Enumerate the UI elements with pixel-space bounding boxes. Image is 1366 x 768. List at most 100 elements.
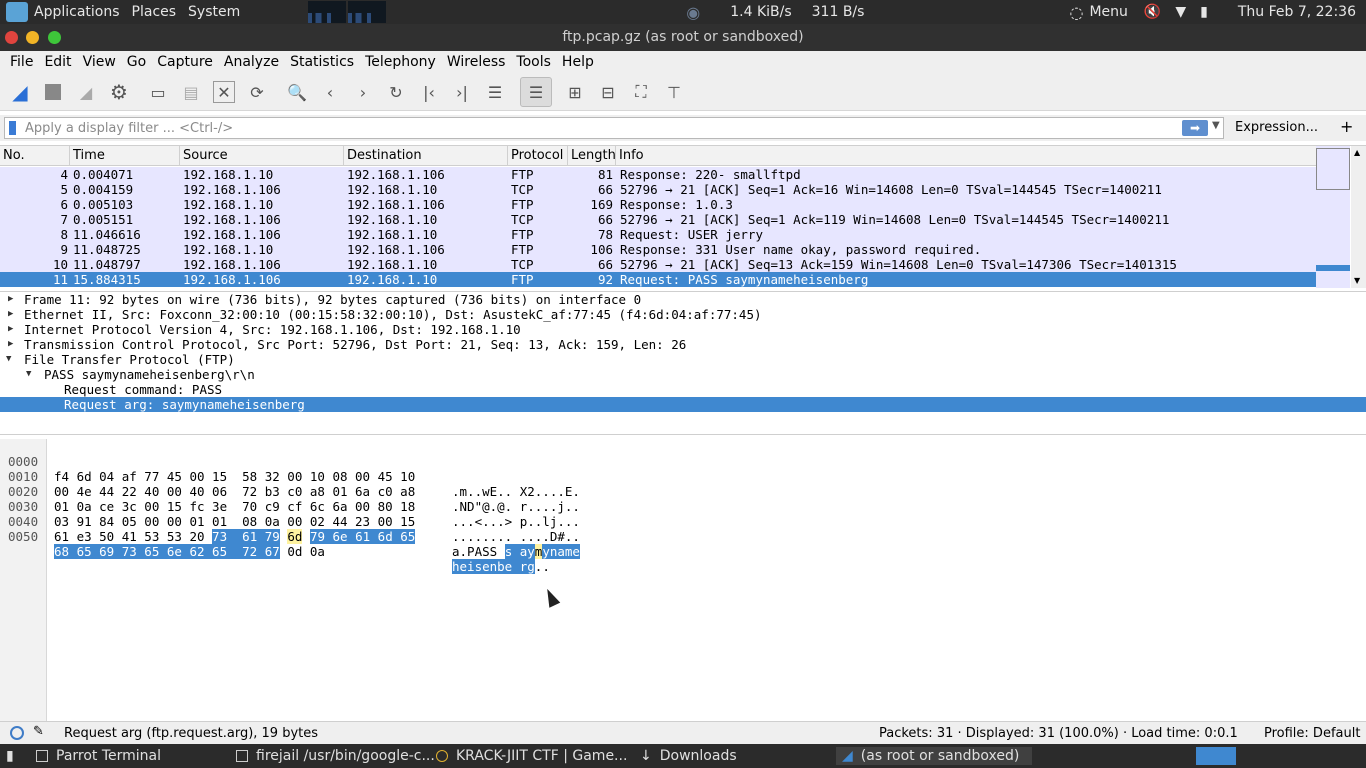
filter-history-chevron-down-icon[interactable]: ▼	[1212, 120, 1220, 131]
find-packet-search-icon[interactable]: 🔍	[286, 81, 308, 103]
menu-view[interactable]: View	[77, 54, 121, 70]
capture-options-gear-icon[interactable]: ⚙	[108, 80, 130, 104]
menu-tools[interactable]: Tools	[510, 54, 556, 70]
save-file-icon[interactable]: ▤	[180, 81, 202, 103]
packet-minimap[interactable]	[1316, 146, 1350, 288]
clock[interactable]: Thu Feb 7, 22:36	[1238, 4, 1356, 20]
places-menu[interactable]: Places	[126, 4, 183, 20]
last-packet-icon[interactable]: ›|	[451, 81, 473, 103]
menu-analyze[interactable]: Analyze	[218, 54, 284, 70]
detail-row-ip[interactable]: ▶ Internet Protocol Version 4, Src: 192.…	[0, 322, 1366, 337]
colorize-icon[interactable]: ☰	[520, 77, 552, 107]
menu-logo-icon[interactable]: ◌	[1070, 3, 1084, 22]
wifi-icon[interactable]: ▼	[1175, 4, 1186, 20]
detail-row-ethernet[interactable]: ▶ Ethernet II, Src: Foxconn_32:00:10 (00…	[0, 307, 1366, 322]
first-packet-icon[interactable]: |‹	[418, 81, 440, 103]
detail-row-request-command[interactable]: Request command: PASS	[0, 382, 1366, 397]
packet-row[interactable]: 10 11.048797 192.168.1.106 192.168.1.10 TCP 6…	[0, 257, 1316, 272]
expand-arrow-icon[interactable]: ▶	[8, 322, 18, 337]
packet-row[interactable]: 9 11.048725 192.168.1.10 192.168.1.106 FTP 10…	[0, 242, 1316, 257]
add-filter-button[interactable]: +	[1340, 117, 1353, 136]
menu-go[interactable]: Go	[121, 54, 151, 70]
expression-button[interactable]: Expression...	[1235, 120, 1318, 135]
minimize-window-button[interactable]	[26, 31, 39, 44]
column-header-time[interactable]: Time	[70, 146, 180, 166]
packet-row[interactable]: 11 15.884315 192.168.1.106 192.168.1.10 FTP 9…	[0, 272, 1316, 287]
packet-row[interactable]: 8 11.046616 192.168.1.106 192.168.1.10 FTP 78…	[0, 227, 1316, 242]
expand-arrow-icon[interactable]: ▶	[8, 292, 18, 307]
menu-file[interactable]: File	[4, 54, 38, 70]
apply-filter-arrow-icon[interactable]: ➡	[1182, 120, 1208, 136]
stop-capture-icon[interactable]	[42, 81, 64, 103]
applications-menu[interactable]: Applications	[28, 4, 126, 20]
task-downloads[interactable]: ↓ Downloads	[640, 747, 737, 765]
bytes-row[interactable]: 0010 00 4e 44 22 40 00 40 06 72 b3 c0 a8…	[0, 454, 580, 514]
bytes-row[interactable]: 0040 61 e3 50 41 53 53 20 73 61 79 6d 79…	[0, 499, 580, 559]
maximize-window-button[interactable]	[48, 31, 61, 44]
menu-button[interactable]: Menu	[1083, 4, 1133, 20]
menu-capture[interactable]: Capture	[151, 54, 218, 70]
scroll-up-icon[interactable]: ▲	[1354, 148, 1360, 157]
task-wireshark[interactable]: ◢ (as root or sandboxed)	[836, 747, 1032, 765]
column-header-info[interactable]: Info	[616, 146, 1316, 166]
menu-statistics[interactable]: Statistics	[284, 54, 359, 70]
close-window-button[interactable]	[5, 31, 18, 44]
menu-help[interactable]: Help	[556, 54, 599, 70]
bytes-row[interactable]: 0050 68 65 69 73 65 6e 62 65 72 67 0d 0a…	[0, 514, 550, 574]
close-file-icon[interactable]: ✕	[213, 81, 235, 103]
column-header-protocol[interactable]: Protocol	[508, 146, 568, 166]
go-back-icon[interactable]: ‹	[319, 81, 341, 103]
autoscroll-icon[interactable]: ☰	[484, 81, 506, 103]
column-header-no[interactable]: No.	[0, 146, 70, 166]
packet-row[interactable]: 6 0.005103 192.168.1.10 192.168.1.106 FTP 169…	[0, 197, 1316, 212]
task-chrome-ctf[interactable]: KRACK-JIIT CTF | Game...	[436, 747, 627, 765]
zoom-out-icon[interactable]: ⊟	[597, 81, 619, 103]
status-profile[interactable]: Profile: Default	[1264, 726, 1360, 741]
column-header-length[interactable]: Length	[568, 146, 616, 166]
reload-file-icon[interactable]: ⟳	[246, 81, 268, 103]
menu-telephony[interactable]: Telephony	[359, 54, 441, 70]
task-firejail[interactable]: firejail /usr/bin/google-c...	[236, 747, 435, 765]
system-menu[interactable]: System	[182, 4, 246, 20]
expert-info-icon[interactable]	[10, 726, 24, 740]
expand-arrow-icon[interactable]: ▶	[8, 307, 18, 322]
detail-row-ftp[interactable]: ▼ File Transfer Protocol (FTP)	[0, 352, 1366, 367]
detail-row-frame[interactable]: ▶ Frame 11: 92 bytes on wire (736 bits),…	[0, 292, 1366, 307]
show-desktop-icon[interactable]: ▮	[6, 747, 14, 765]
packet-row[interactable]: 4 0.004071 192.168.1.10 192.168.1.106 FTP 81 R…	[0, 167, 1316, 182]
resize-columns-icon[interactable]: ⊤	[663, 81, 685, 103]
open-file-icon[interactable]: ▭	[147, 81, 169, 103]
packet-row[interactable]: 7 0.005151 192.168.1.106 192.168.1.10 TCP 66 5…	[0, 212, 1316, 227]
task-parrot-terminal[interactable]: Parrot Terminal	[36, 747, 161, 765]
edit-comment-icon[interactable]: ✎	[33, 724, 44, 739]
workspace-switcher[interactable]	[1196, 747, 1236, 765]
zoom-in-icon[interactable]: ⊞	[564, 81, 586, 103]
restart-capture-icon[interactable]: ◢	[75, 81, 97, 103]
packet-row[interactable]: 5 0.004159 192.168.1.106 192.168.1.10 TCP 66 5…	[0, 182, 1316, 197]
menu-edit[interactable]: Edit	[38, 54, 76, 70]
bytes-row[interactable]: 0020 01 0a ce 3c 00 15 fc 3e 70 c9 cf 6c…	[0, 469, 580, 529]
battery-icon[interactable]: ▮	[1200, 4, 1208, 20]
volume-muted-icon[interactable]: 🔇	[1144, 4, 1161, 20]
packet-list-scrollbar[interactable]: ▲ ▼	[1351, 146, 1366, 288]
detail-row-ftp-pass[interactable]: ▼ PASS saymynameheisenberg\r\n	[0, 367, 1366, 382]
normal-size-icon[interactable]: ⛶	[630, 81, 652, 103]
column-header-source[interactable]: Source	[180, 146, 344, 166]
scroll-down-icon[interactable]: ▼	[1354, 276, 1360, 285]
go-to-packet-icon[interactable]: ↻	[385, 81, 407, 103]
column-header-destination[interactable]: Destination	[344, 146, 508, 166]
go-forward-icon[interactable]: ›	[352, 81, 374, 103]
filter-bookmark-icon[interactable]	[9, 121, 16, 135]
parrot-logo-icon[interactable]	[6, 2, 28, 22]
start-capture-fin-icon[interactable]: ◢	[9, 80, 31, 104]
expand-arrow-icon[interactable]: ▶	[8, 337, 18, 352]
collapse-arrow-icon[interactable]: ▼	[26, 367, 36, 382]
detail-row-request-arg[interactable]: Request arg: saymynameheisenberg	[0, 397, 1366, 412]
window-title-bar[interactable]: ftp.pcap.gz (as root or sandboxed)	[0, 24, 1366, 51]
detail-row-tcp[interactable]: ▶ Transmission Control Protocol, Src Por…	[0, 337, 1366, 352]
menu-wireless[interactable]: Wireless	[441, 54, 511, 70]
display-filter-input[interactable]	[4, 117, 1224, 139]
bytes-row[interactable]: 0000 f4 6d 04 af 77 45 00 15 58 32 00 10…	[0, 439, 580, 499]
bytes-row[interactable]: 0030 03 91 84 05 00 00 01 01 08 0a 00 02…	[0, 484, 580, 544]
collapse-arrow-icon[interactable]: ▼	[6, 352, 16, 367]
